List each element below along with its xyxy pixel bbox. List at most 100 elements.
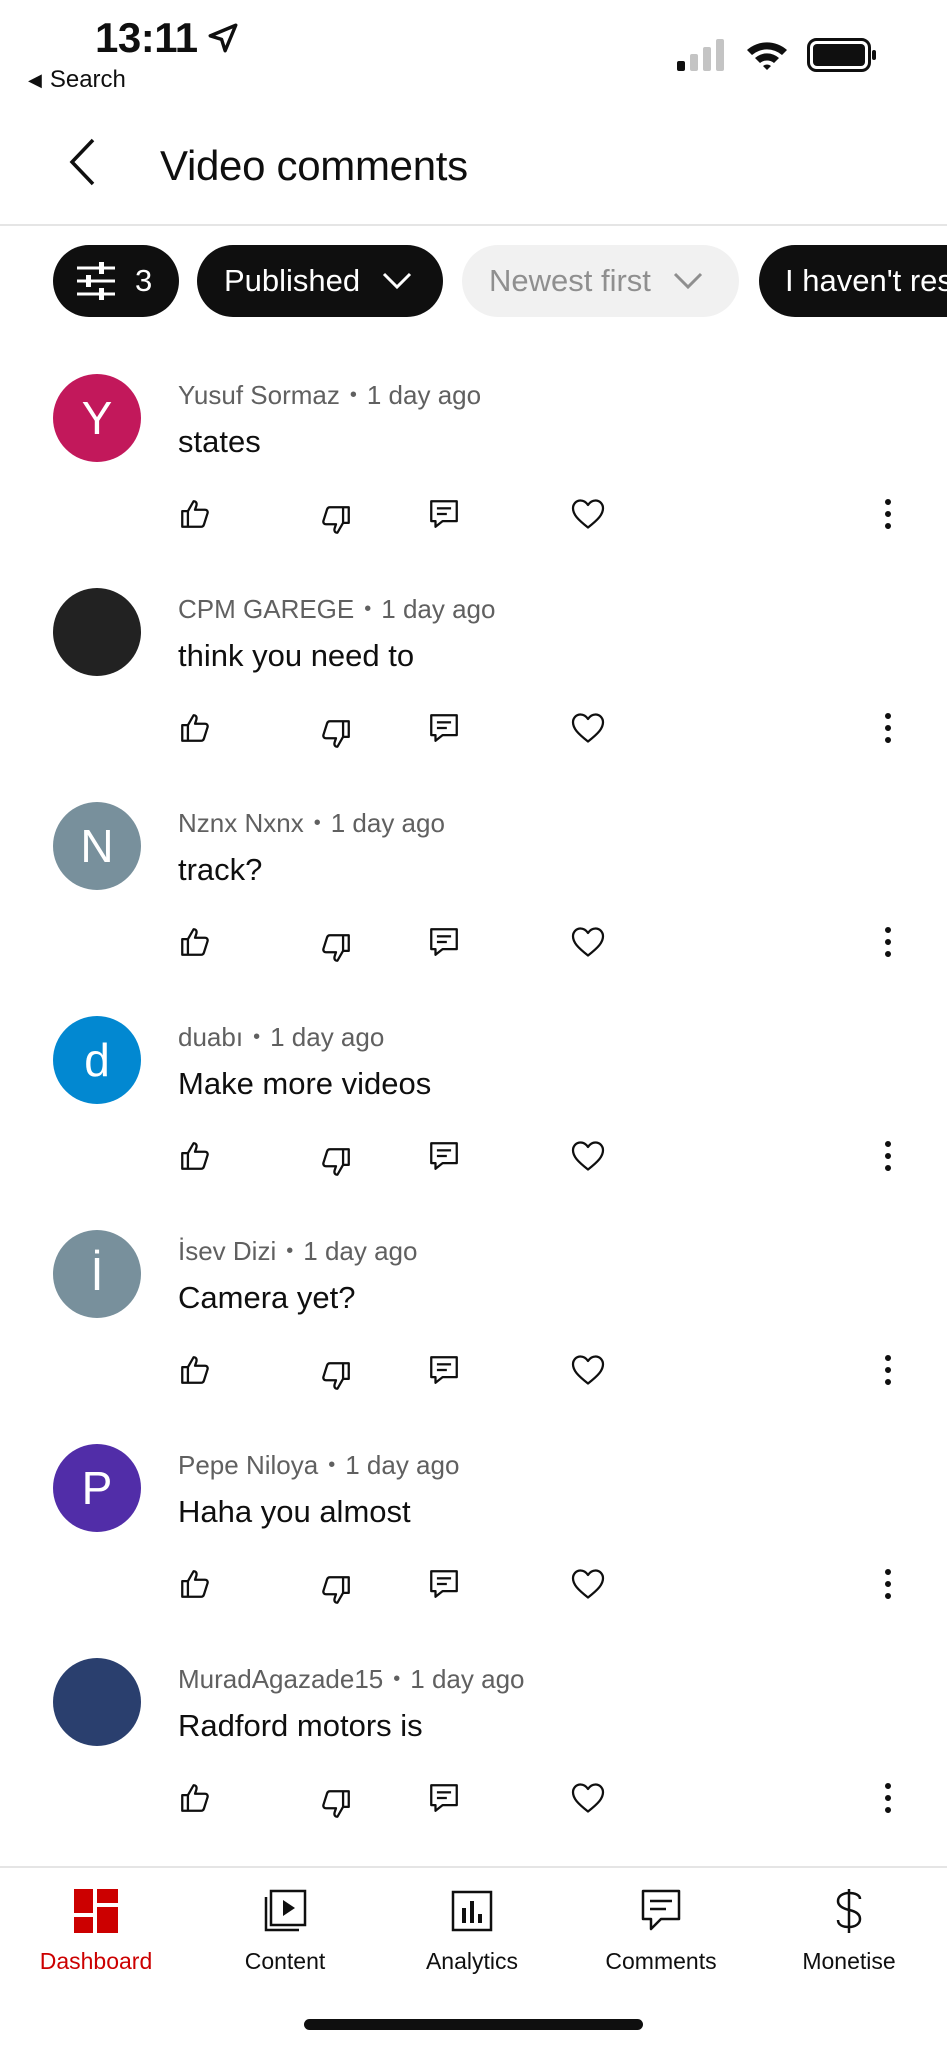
back-button[interactable] bbox=[52, 132, 112, 192]
dislike-button[interactable] bbox=[316, 928, 356, 968]
heart-button[interactable] bbox=[568, 708, 608, 748]
filter-settings-chip[interactable]: 3 bbox=[53, 245, 179, 317]
reply-button[interactable] bbox=[424, 1778, 464, 1818]
comment-time: 1 day ago bbox=[410, 1664, 525, 1694]
dislike-button[interactable] bbox=[316, 714, 356, 754]
location-arrow-icon bbox=[208, 23, 238, 53]
reply-button[interactable] bbox=[424, 1564, 464, 1604]
unresponded-filter-chip[interactable]: I haven't responded bbox=[759, 245, 947, 317]
heart-icon bbox=[571, 927, 605, 957]
thumbs-down-icon bbox=[322, 720, 350, 748]
like-button[interactable] bbox=[175, 708, 215, 748]
chevron-left-icon bbox=[69, 138, 95, 186]
comment-item: İ İsev Dizi • 1 day ago Camera yet? bbox=[0, 1230, 947, 1444]
filter-count: 3 bbox=[135, 263, 153, 298]
more-options-button[interactable] bbox=[868, 922, 908, 962]
reply-button[interactable] bbox=[424, 1136, 464, 1176]
comment-author[interactable]: Pepe Niloya bbox=[178, 1450, 318, 1481]
thumbs-down-icon bbox=[322, 1148, 350, 1176]
status-time-text: 13:11 bbox=[95, 14, 198, 61]
heart-button[interactable] bbox=[568, 1350, 608, 1390]
more-options-button[interactable] bbox=[868, 1778, 908, 1818]
more-vertical-icon bbox=[885, 713, 891, 743]
thumbs-down-icon bbox=[322, 506, 350, 534]
like-button[interactable] bbox=[175, 1350, 215, 1390]
cellular-signal-icon bbox=[677, 39, 724, 71]
separator-dot: • bbox=[286, 1240, 294, 1262]
more-options-button[interactable] bbox=[868, 1136, 908, 1176]
nav-dashboard[interactable]: Dashboard bbox=[6, 1886, 186, 1975]
more-vertical-icon bbox=[885, 499, 891, 529]
dislike-button[interactable] bbox=[316, 1142, 356, 1182]
comment-item: MuradAgazade15 • 1 day ago Radford motor… bbox=[0, 1658, 947, 1872]
comment-author[interactable]: Yusuf Sormaz bbox=[178, 380, 340, 411]
page-title: Video comments bbox=[160, 142, 468, 189]
published-filter-label: Published bbox=[224, 263, 361, 298]
dislike-button[interactable] bbox=[316, 500, 356, 540]
dislike-button[interactable] bbox=[316, 1570, 356, 1610]
more-options-button[interactable] bbox=[868, 1350, 908, 1390]
dislike-button[interactable] bbox=[316, 1356, 356, 1396]
dislike-button[interactable] bbox=[316, 1784, 356, 1824]
comment-author[interactable]: CPM GAREGE bbox=[178, 594, 354, 625]
avatar[interactable]: d bbox=[53, 1016, 141, 1104]
comment-meta: Yusuf Sormaz • 1 day ago bbox=[178, 380, 481, 411]
like-button[interactable] bbox=[175, 1564, 215, 1604]
avatar[interactable] bbox=[53, 1658, 141, 1746]
sort-filter-chip[interactable]: Newest first bbox=[462, 245, 739, 317]
avatar[interactable]: Y bbox=[53, 374, 141, 462]
comment-time: 1 day ago bbox=[330, 808, 445, 838]
thumbs-up-icon bbox=[181, 1784, 209, 1812]
avatar[interactable]: N bbox=[53, 802, 141, 890]
more-options-button[interactable] bbox=[868, 1564, 908, 1604]
reply-comment-icon bbox=[430, 1142, 458, 1170]
heart-button[interactable] bbox=[568, 1778, 608, 1818]
heart-icon bbox=[571, 1569, 605, 1599]
reply-button[interactable] bbox=[424, 708, 464, 748]
thumbs-up-icon bbox=[181, 500, 209, 528]
like-button[interactable] bbox=[175, 1136, 215, 1176]
more-vertical-icon bbox=[885, 927, 891, 957]
comment-meta: İsev Dizi • 1 day ago bbox=[178, 1236, 417, 1267]
reply-button[interactable] bbox=[424, 922, 464, 962]
heart-icon bbox=[571, 713, 605, 743]
comment-item: d duabı • 1 day ago Make more videos bbox=[0, 1016, 947, 1230]
reply-button[interactable] bbox=[424, 1350, 464, 1390]
published-filter-chip[interactable]: Published bbox=[197, 245, 443, 317]
like-button[interactable] bbox=[175, 494, 215, 534]
separator-dot: • bbox=[393, 1668, 401, 1690]
avatar-initial: İ bbox=[90, 1248, 104, 1300]
status-time: 13:11 bbox=[95, 14, 240, 62]
home-indicator[interactable] bbox=[304, 2019, 643, 2030]
comment-author[interactable]: Nznx Nxnx bbox=[178, 808, 304, 839]
status-back-link[interactable]: ◀ Search bbox=[28, 66, 126, 94]
comment-meta: MuradAgazade15 • 1 day ago bbox=[178, 1664, 525, 1695]
reply-comment-icon bbox=[430, 500, 458, 528]
nav-monetise[interactable]: Monetise bbox=[759, 1886, 939, 1975]
heart-button[interactable] bbox=[568, 1564, 608, 1604]
reply-button[interactable] bbox=[424, 494, 464, 534]
comment-author[interactable]: MuradAgazade15 bbox=[178, 1664, 383, 1695]
avatar[interactable] bbox=[53, 588, 141, 676]
comment-text: Radford motors is bbox=[178, 1708, 423, 1743]
comment-author[interactable]: duabı bbox=[178, 1022, 243, 1053]
reply-comment-icon bbox=[430, 928, 458, 956]
heart-button[interactable] bbox=[568, 494, 608, 534]
avatar[interactable]: P bbox=[53, 1444, 141, 1532]
more-options-button[interactable] bbox=[868, 494, 908, 534]
comment-item: CPM GAREGE • 1 day ago think you need to bbox=[0, 588, 947, 802]
comment-author[interactable]: İsev Dizi bbox=[178, 1236, 276, 1267]
thumbs-up-icon bbox=[181, 1356, 209, 1384]
nav-content[interactable]: Content bbox=[195, 1886, 375, 1975]
avatar[interactable]: İ bbox=[53, 1230, 141, 1318]
more-options-button[interactable] bbox=[868, 708, 908, 748]
nav-comments[interactable]: Comments bbox=[571, 1886, 751, 1975]
comment-item: P Pepe Niloya • 1 day ago Haha you almos… bbox=[0, 1444, 947, 1658]
like-button[interactable] bbox=[175, 922, 215, 962]
heart-button[interactable] bbox=[568, 1136, 608, 1176]
like-button[interactable] bbox=[175, 1778, 215, 1818]
sort-filter-label: Newest first bbox=[489, 263, 651, 298]
nav-analytics[interactable]: Analytics bbox=[382, 1886, 562, 1975]
nav-content-label: Content bbox=[244, 1948, 326, 1974]
heart-button[interactable] bbox=[568, 922, 608, 962]
